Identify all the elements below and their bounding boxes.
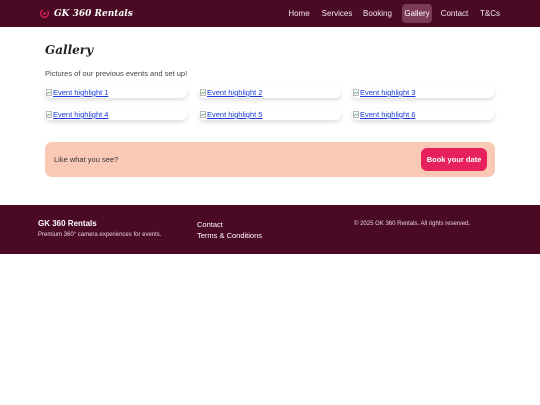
nav-link-gallery[interactable]: Gallery	[402, 4, 432, 23]
gallery-intro: Pictures of our previous events and set …	[45, 69, 188, 78]
gallery-image-1[interactable]: Event highlight 1	[45, 87, 187, 98]
camera-rotate-icon	[40, 9, 49, 18]
broken-image-icon	[46, 111, 52, 118]
broken-image-icon	[200, 89, 206, 96]
broken-image-icon	[353, 111, 359, 118]
image-alt-text: Event highlight 5	[207, 110, 263, 119]
nav-link-tcs[interactable]: T&Cs	[477, 4, 503, 23]
broken-image-icon	[46, 89, 52, 96]
gallery-image-4[interactable]: Event highlight 4	[45, 109, 187, 120]
nav-link-contact[interactable]: Contact	[438, 4, 471, 23]
brand-name: GK 360 Rentals	[54, 8, 133, 19]
nav-link-booking[interactable]: Booking	[361, 4, 394, 23]
image-alt-text: Event highlight 3	[360, 88, 416, 97]
nav-link-home[interactable]: Home	[284, 4, 314, 23]
gallery-image-2[interactable]: Event highlight 2	[199, 87, 341, 98]
image-alt-text: Event highlight 2	[207, 88, 263, 97]
cta-text: Like what you see?	[54, 155, 119, 164]
site-footer: GK 360 Rentals Premium 360° camera exper…	[0, 205, 540, 254]
gallery-image-6[interactable]: Event highlight 6	[352, 109, 494, 120]
image-alt-text: Event highlight 1	[53, 88, 109, 97]
page-title: Gallery	[45, 43, 94, 57]
footer-brand: GK 360 Rentals	[38, 219, 97, 228]
cta-banner: Like what you see? Book your date	[45, 142, 495, 177]
image-alt-text: Event highlight 4	[53, 110, 109, 119]
broken-image-icon	[200, 111, 206, 118]
top-navbar: GK 360 Rentals Home Services Booking Gal…	[0, 0, 540, 27]
footer-link-terms[interactable]: Terms & Conditions	[197, 231, 262, 240]
image-alt-text: Event highlight 6	[360, 110, 416, 119]
gallery-image-3[interactable]: Event highlight 3	[352, 87, 494, 98]
footer-copyright: © 2025 GK 360 Rentals. All rights reserv…	[354, 221, 471, 227]
brand-logo[interactable]: GK 360 Rentals	[39, 7, 133, 20]
footer-tagline: Premium 360° camera experiences for even…	[38, 232, 162, 238]
footer-link-contact[interactable]: Contact	[197, 220, 223, 229]
broken-image-icon	[353, 89, 359, 96]
book-your-date-button[interactable]: Book your date	[421, 148, 487, 171]
nav-link-services[interactable]: Services	[320, 4, 354, 23]
gallery-image-5[interactable]: Event highlight 5	[199, 109, 341, 120]
